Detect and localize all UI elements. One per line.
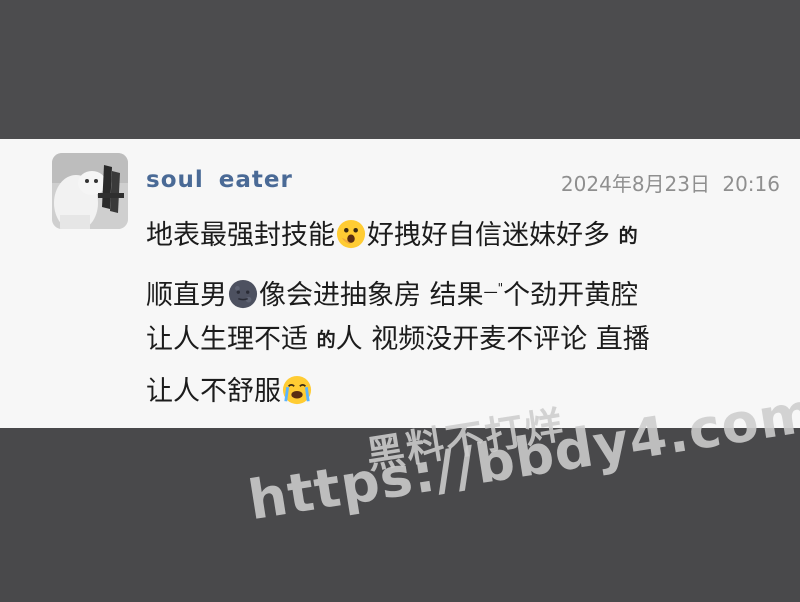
face-with-hand-over-mouth-icon <box>336 219 366 249</box>
comment-segment: 的 <box>618 225 638 247</box>
comment-segment: 的 <box>316 329 336 351</box>
top-background <box>0 0 800 139</box>
comment-segment: 地表最强封技能 <box>146 220 335 251</box>
username[interactable]: soul eater <box>146 167 293 193</box>
timestamp: 2024年8月23日 20:16 <box>560 172 780 196</box>
new-moon-face-icon <box>228 279 258 309</box>
comment-segment: 像会进抽象房 结果 <box>259 280 484 311</box>
comment-line: 让人不舒服 <box>146 366 786 418</box>
comment-segment: 人 视频没开麦不评论 直播 <box>335 324 650 355</box>
comment-line: 让人生理不适 的人 视频没开麦不评论 直播 <box>146 314 786 366</box>
comment-segment: 个劲开黄腔 <box>503 280 639 311</box>
comment-segment: 让人生理不适 <box>146 324 308 355</box>
comment-segment: 顺直男 <box>146 280 227 311</box>
loudly-crying-face-icon <box>282 375 312 405</box>
comment-dash: 一 <box>483 286 498 302</box>
bottom-background <box>0 428 800 602</box>
comment-line: 地表最强封技能 好拽好自信迷妹好多 的 <box>146 210 786 262</box>
avatar[interactable] <box>52 153 128 229</box>
cat-photo-avatar-icon <box>52 153 128 229</box>
comment-segment: 让人不舒服 <box>146 376 281 407</box>
comment-line: 顺直男 像会进抽象房 结果一"个劲开黄腔 <box>146 262 786 314</box>
comment-segment: 好拽好自信迷妹好多 <box>367 220 610 251</box>
comment-text: 地表最强封技能 好拽好自信迷妹好多 的 顺直男 像会进抽象房 结果一"个劲开黄腔… <box>146 210 786 418</box>
